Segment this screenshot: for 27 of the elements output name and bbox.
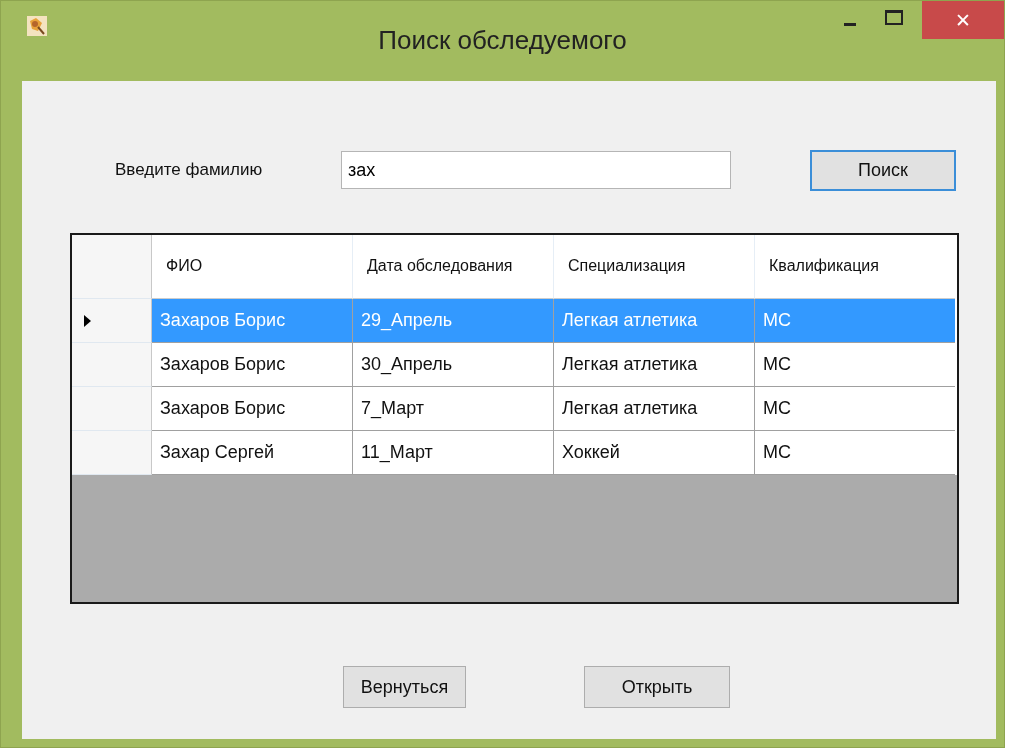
- table-cell: МС: [755, 299, 955, 343]
- window-title: Поиск обследуемого: [378, 25, 627, 56]
- table-row[interactable]: Захаров Борис 30_Апрель Легкая атлетика МС: [72, 343, 957, 387]
- current-row-icon: [84, 314, 91, 327]
- table-cell: 11_Март: [353, 431, 554, 475]
- table-row[interactable]: Захар Сергей 11_Март Хоккей МС: [72, 431, 957, 475]
- open-button[interactable]: Открыть: [584, 666, 730, 708]
- back-button[interactable]: Вернуться: [343, 666, 466, 708]
- app-icon: [26, 15, 48, 37]
- table-cell: Легкая атлетика: [554, 299, 755, 343]
- table-cell: МС: [755, 431, 955, 475]
- row-header[interactable]: [72, 343, 152, 387]
- column-header[interactable]: ФИО: [152, 235, 353, 299]
- table-cell: Хоккей: [554, 431, 755, 475]
- table-row[interactable]: Захаров Борис 7_Март Легкая атлетика МС: [72, 387, 957, 431]
- column-header[interactable]: Специализация: [554, 235, 755, 299]
- table-cell: Захаров Борис: [152, 299, 353, 343]
- row-header[interactable]: [72, 431, 152, 475]
- search-button[interactable]: Поиск: [810, 149, 956, 191]
- column-header[interactable]: Дата обследования: [353, 235, 554, 299]
- close-button[interactable]: ✕: [922, 1, 1004, 39]
- search-field[interactable]: зах: [341, 151, 731, 189]
- row-header[interactable]: [72, 299, 152, 343]
- table-cell: Захар Сергей: [152, 431, 353, 475]
- field-label: Введите фамилию: [115, 160, 264, 180]
- table-cell: 29_Апрель: [353, 299, 554, 343]
- row-header[interactable]: [72, 387, 152, 431]
